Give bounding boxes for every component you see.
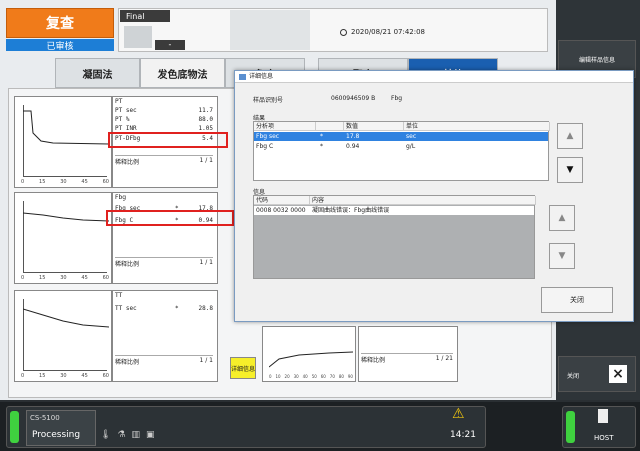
graph-results: 稀释比例 1 / 21 — [358, 326, 458, 382]
thermometer-icon[interactable]: 🌡 — [100, 430, 111, 440]
col-header: 单位 — [404, 122, 550, 131]
fbg-ticks: 0 15 30 45 60 — [21, 275, 109, 281]
dilution-row: 稀释比例 1 / 1 — [115, 355, 213, 366]
table-row: TT sec * 28.8 — [115, 305, 213, 312]
table-row: PT sec 11.7 — [115, 107, 213, 114]
fbg-results: Fbg Fbg sec * 17.8 Fbg C * 0.94 稀释比例 1 / 1 — [112, 192, 218, 284]
pt-title: PT — [115, 98, 123, 105]
fbg-title: Fbg — [115, 194, 127, 201]
tt-curve — [23, 308, 109, 328]
graph-card: 0 10 20 30 40 50 60 70 80 90 — [262, 326, 356, 382]
host-label: HOST — [594, 434, 614, 442]
dash-field: - — [155, 40, 185, 50]
tt-title: TT — [115, 292, 123, 299]
reagent-icon[interactable]: ⚗ — [117, 430, 125, 440]
dialog-title: 详细信息 — [235, 71, 633, 83]
tt-ticks: 0 15 30 45 60 — [21, 373, 109, 379]
lock-icon[interactable]: ▣ — [146, 430, 155, 440]
window-icon — [239, 74, 246, 80]
final-badge: Final — [120, 10, 170, 22]
tab-chromogenic[interactable]: 发色底物法 — [140, 58, 225, 88]
pt-graph: 0 15 30 45 60 — [14, 96, 112, 188]
fbg-curve — [23, 212, 109, 222]
col-header: 分析项 — [254, 122, 316, 131]
pt-ticks: 0 15 30 45 60 — [21, 179, 109, 185]
dilution-row: 稀释比例 1 / 1 — [115, 155, 213, 166]
audited-badge: 已审核 — [6, 39, 114, 52]
clock-time: 14:21 — [450, 430, 476, 440]
processing-status: Processing — [32, 430, 81, 440]
table-row: PT % 88.0 — [115, 116, 213, 123]
curve — [269, 351, 353, 368]
scroll-up-button[interactable]: ▲ — [557, 123, 583, 149]
col-header: 数值 — [344, 122, 404, 131]
host-indicator — [566, 411, 575, 443]
info-table: 代码 内容 0008 0032 0000 凝固曲线错误：Fbg曲线错误 — [253, 195, 536, 279]
col-header — [316, 122, 344, 131]
warning-icon[interactable]: ⚠ — [452, 406, 465, 422]
review-status: 复查 已审核 — [6, 8, 114, 52]
clock-icon — [340, 28, 347, 36]
results-table: 分析项 数值 单位 Fbg sec * 17.8 sec Fbg C * 0.9… — [253, 121, 550, 181]
col-header: 代码 — [254, 196, 310, 205]
tab-coagulation[interactable]: 凝固法 — [55, 58, 140, 88]
detail-info-button[interactable]: 详细信息 — [230, 357, 256, 379]
redacted-area — [124, 26, 152, 48]
datetime-text: 2020/08/21 07:42:08 — [351, 28, 426, 36]
status-indicator — [10, 411, 19, 443]
table-row[interactable]: Fbg C * 0.94 g/L — [254, 142, 548, 151]
ticks: 0 10 20 30 40 50 60 70 80 90 — [269, 374, 353, 379]
host-icon — [598, 409, 608, 423]
sample-item: Fbg — [391, 95, 403, 102]
pt-curve — [23, 110, 109, 145]
redacted-area — [230, 10, 310, 50]
close-icon: × — [609, 365, 627, 383]
datetime: 2020/08/21 07:42:08 — [340, 28, 425, 36]
highlight-box — [108, 132, 228, 148]
col-header: 内容 — [310, 196, 536, 205]
status-icons: 🌡 ⚗ ▥ ▣ — [100, 430, 155, 440]
detail-dialog: 详细信息 样品识别号 0600946509 B Fbg 结果 分析项 数值 单位… — [234, 70, 634, 322]
dialog-close-button[interactable]: 关闭 — [541, 287, 613, 313]
tt-results: TT TT sec * 28.8 稀释比例 1 / 1 — [112, 290, 218, 382]
info-scroll-up-button[interactable]: ▲ — [549, 205, 575, 231]
info-scroll-down-button[interactable]: ▼ — [549, 243, 575, 269]
sample-id-value: 0600946509 B — [331, 95, 376, 102]
tt-graph: 0 15 30 45 60 — [14, 290, 112, 382]
close-side-button[interactable]: 关闭 × — [558, 356, 636, 392]
highlight-box — [106, 210, 234, 226]
dilution-row: 稀释比例 1 / 21 — [361, 353, 453, 364]
table-row[interactable]: 0008 0032 0000 凝固曲线错误：Fbg曲线错误 — [254, 206, 534, 215]
model-name: CS-5100 — [30, 414, 60, 422]
close-label: 关闭 — [567, 373, 580, 380]
rack-icon[interactable]: ▥ — [132, 430, 141, 440]
fbg-graph: 0 15 30 45 60 — [14, 192, 112, 284]
sample-id-label: 样品识别号 — [253, 97, 284, 104]
review-button[interactable]: 复查 — [6, 8, 114, 38]
scroll-down-button[interactable]: ▼ — [557, 157, 583, 183]
dilution-row: 稀释比例 1 / 1 — [115, 257, 213, 268]
table-row[interactable]: Fbg sec * 17.8 sec — [254, 132, 548, 141]
